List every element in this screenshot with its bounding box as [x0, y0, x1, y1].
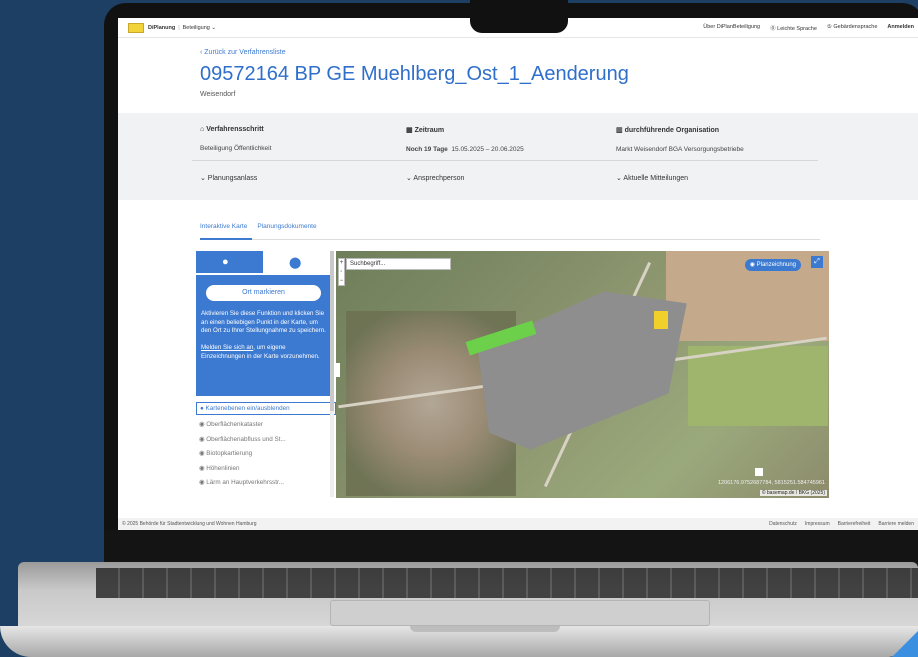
instructions-text: Aktivieren Sie diese Funktion und klicke… [201, 310, 326, 335]
time-heading: Zeitraum [414, 127, 445, 134]
org-heading: durchführende Organisation [624, 127, 720, 134]
page-subtitle: Weisendorf [200, 91, 236, 98]
base-lip [410, 626, 560, 632]
step-heading: Verfahrensschritt [206, 126, 264, 133]
layer-label[interactable]: Oberflächenabfluss und St... [206, 436, 285, 443]
trackpad [330, 600, 710, 626]
camera-notch [470, 0, 568, 33]
layer-item: ◉ Oberflächenabfluss und St... [196, 434, 336, 445]
map-attribution: © basemap.de / BKG (2025) [759, 490, 827, 496]
divider [192, 160, 818, 161]
layer-label[interactable]: Lärm an Hauptverkehrsstr... [206, 479, 284, 486]
step-value: Beteiligung Öffentlichkeit [200, 145, 272, 152]
page-title: 09572164 BP GE Muehlberg_Ost_1_Aenderung [200, 63, 629, 85]
tab-active-indicator [200, 238, 252, 240]
bank-icon: ▥ [616, 127, 625, 134]
org-column: ▥ durchführende Organisation Markt Weise… [616, 126, 744, 153]
tab-interactive-map[interactable]: Interaktive Karte [200, 223, 247, 230]
accordion-planning-reason[interactable]: ⌄ Planungsanlass [200, 174, 257, 182]
step-column: ⌂ Verfahrensschritt Beteiligung Öffentli… [200, 126, 271, 152]
back-link[interactable]: ‹ Zurück zur Verfahrensliste [200, 49, 286, 56]
login-link[interactable]: Anmelden [887, 24, 914, 32]
footer: © 2025 Behörde für Stadtentwicklung und … [118, 518, 918, 530]
yellow-marker [654, 311, 668, 329]
footer-link-privacy[interactable]: Datenschutz [769, 518, 797, 530]
screen: DiPlanung | Beteiligung ⌄ Über DiPlanBet… [118, 18, 918, 530]
zoom-control[interactable]: + ◦ − [338, 258, 345, 286]
map-pin-icon: ⬤ [289, 257, 302, 269]
corner-accent [892, 631, 918, 657]
tab-underline [200, 239, 820, 240]
layer-item: ◉ Höhenlinien [196, 463, 336, 474]
interactive-map[interactable]: + ◦ − Suchbegriff... ◉ Planzeichnung ⤢ 120… [336, 251, 829, 498]
logo [128, 22, 144, 33]
accordion-contact[interactable]: ⌄ Ansprechperson [406, 174, 464, 182]
panel-collapse-handle[interactable] [336, 363, 340, 377]
map-search-input[interactable]: Suchbegriff... [346, 258, 451, 270]
scrollbar-thumb[interactable] [330, 251, 334, 411]
footer-links: Datenschutz Impressum Barrierefreiheit B… [769, 518, 914, 530]
time-remaining: Noch 19 Tage [406, 146, 448, 153]
mark-location-button[interactable]: Ort markieren [206, 285, 321, 301]
layer-item: ◉ Lärm an Hauptverkehrsstr... [196, 477, 336, 488]
layer-label[interactable]: Höhenlinien [206, 465, 239, 472]
tab-comment[interactable]: ● [196, 251, 263, 273]
tab-bar: Interaktive Karte Planungsdokumente [200, 223, 317, 230]
legend-icon[interactable] [755, 468, 763, 476]
brand-name[interactable]: DiPlanung [148, 25, 175, 31]
footer-link-accessibility[interactable]: Barrierefreiheit [838, 518, 871, 530]
layer-item: ◉ Oberflächenkataster [196, 419, 336, 430]
panel-body: Ort markieren Aktivieren Sie diese Funkt… [196, 273, 331, 396]
fullscreen-icon[interactable]: ⤢ [811, 256, 823, 268]
link-easy-language[interactable]: ⓪ Leichte Sprache [770, 24, 817, 32]
section-dropdown[interactable]: Beteiligung ⌄ [183, 25, 216, 31]
link-sign-language[interactable]: ⑤ Gebärdensprache [827, 24, 878, 32]
top-links: Über DiPlanBeteiligung ⓪ Leichte Sprache… [703, 24, 914, 32]
map-meadow [688, 346, 828, 426]
keyboard [96, 568, 918, 598]
time-range: 15.05.2025 – 20.06.2025 [451, 146, 524, 153]
calendar-icon: ▦ [406, 127, 415, 134]
footer-copyright: © 2025 Behörde für Stadtentwicklung und … [122, 521, 257, 527]
coordinate-readout: 1206176.9752687784, 5815251.584745961 [717, 480, 825, 486]
accordion-news[interactable]: ⌄ Aktuelle Mitteilungen [616, 174, 688, 182]
plan-drawing-button[interactable]: ◉ Planzeichnung [744, 259, 801, 271]
link-about[interactable]: Über DiPlanBeteiligung [703, 24, 760, 32]
panel-instructions: Aktivieren Sie diese Funktion und klicke… [201, 310, 327, 362]
speech-bubble-icon: ● [222, 256, 229, 268]
layer-label[interactable]: Biotopkartierung [206, 450, 252, 457]
tab-location[interactable]: ⬤ [263, 251, 331, 273]
tab-planning-documents[interactable]: Planungsdokumente [257, 223, 316, 230]
statement-panel: ● ⬤ Ort markieren Aktivieren Sie diese F… [196, 251, 331, 396]
login-prompt-link[interactable]: Melden Sie sich an [201, 344, 253, 351]
footer-link-report-barrier[interactable]: Barriere melden [878, 518, 914, 530]
toggle-layers-button[interactable]: ● Kartenebenen ein/ausblenden [196, 402, 336, 415]
separator: | [178, 24, 180, 31]
footer-link-imprint[interactable]: Impressum [805, 518, 830, 530]
layer-list: ● Kartenebenen ein/ausblenden ◉ Oberfläc… [196, 402, 336, 492]
plan-area-overlay[interactable] [477, 291, 687, 450]
time-column: ▦ Zeitraum Noch 19 Tage 15.05.2025 – 20.… [406, 126, 524, 153]
org-value: Markt Weisendorf BGA Versorgungsbetriebe [616, 146, 744, 153]
layer-label[interactable]: Oberflächenkataster [206, 421, 263, 428]
layer-item: ◉ Biotopkartierung [196, 448, 336, 459]
